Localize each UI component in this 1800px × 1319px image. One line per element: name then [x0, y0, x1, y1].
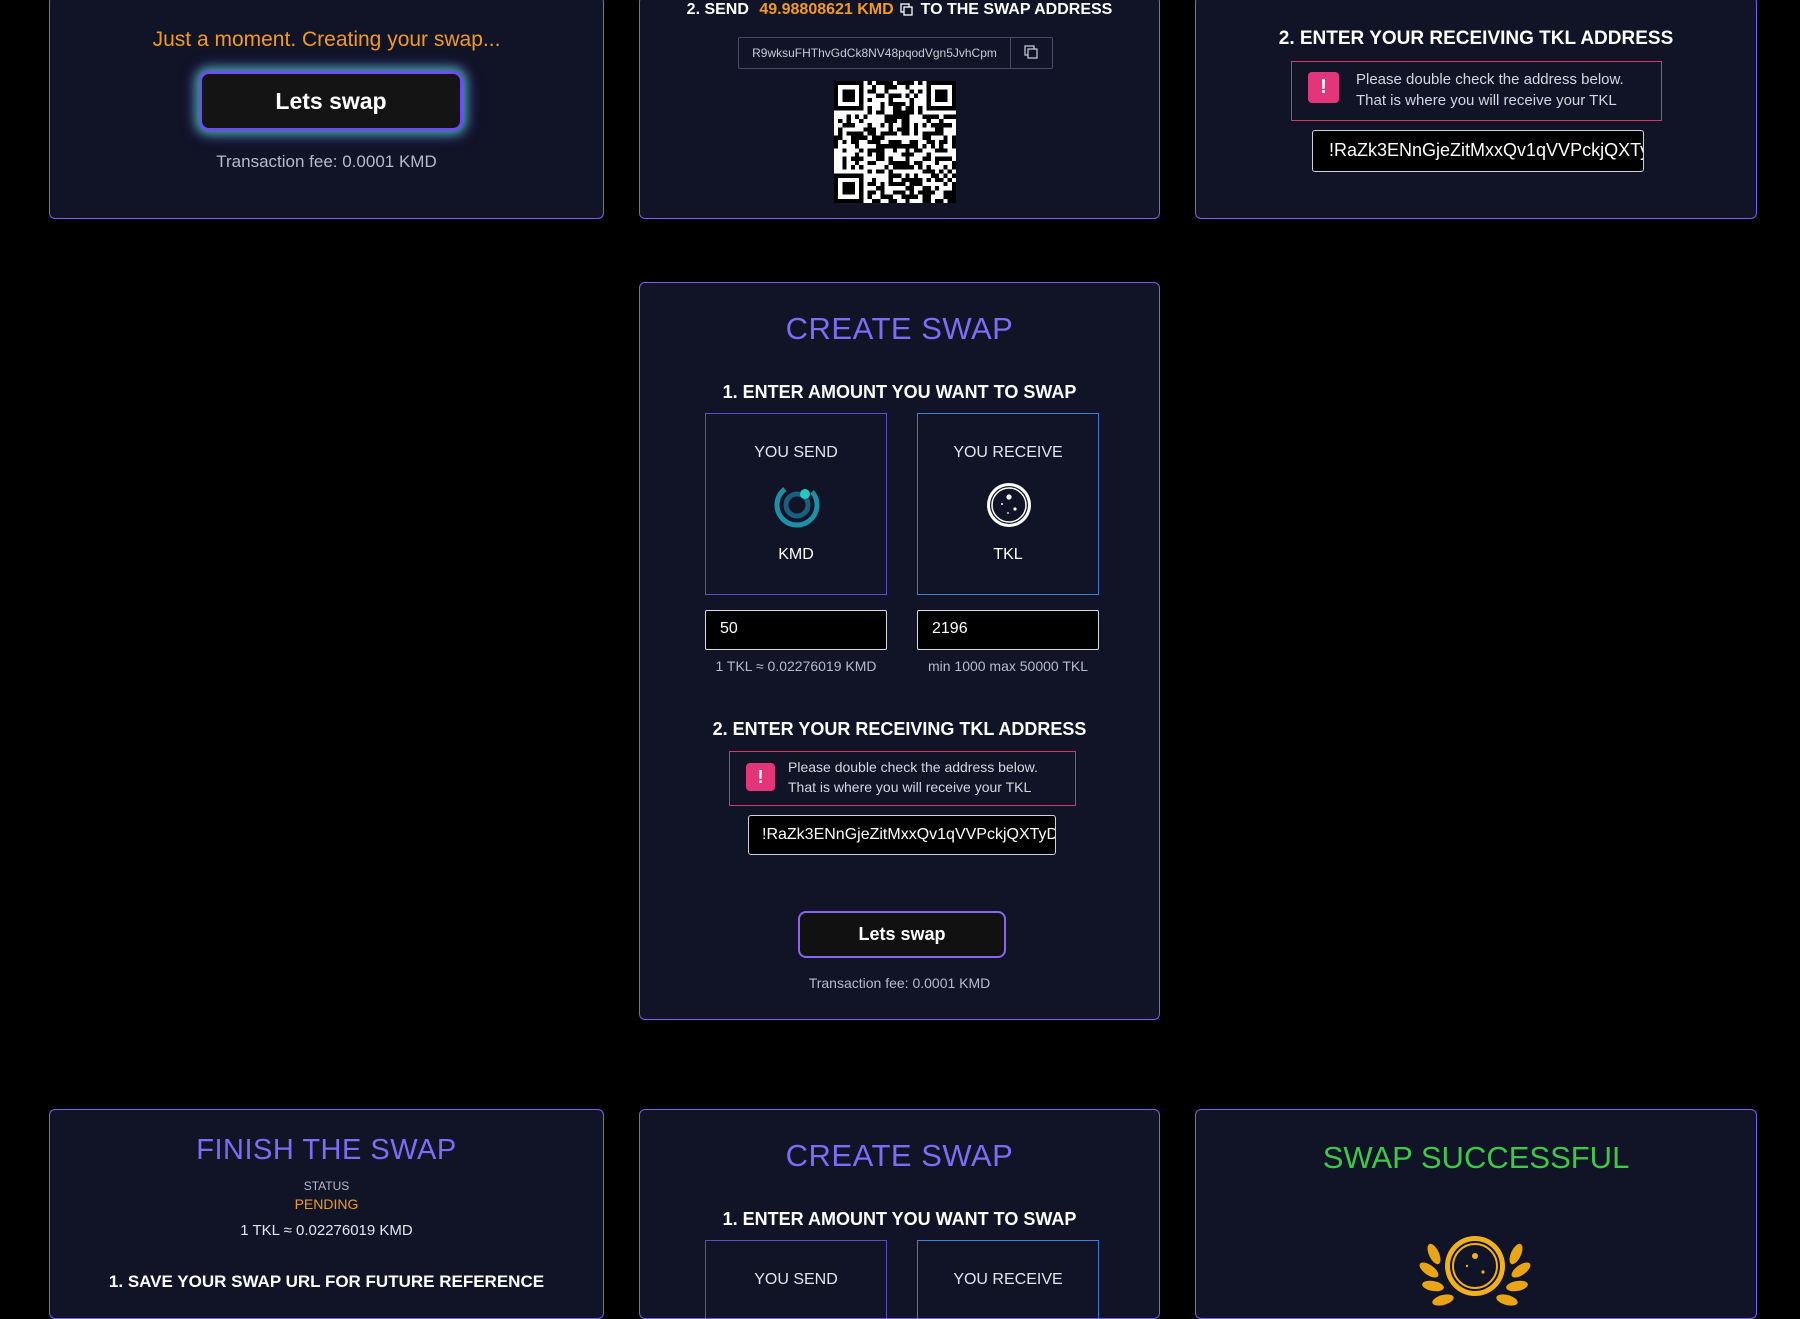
send-coin-name: KMD: [778, 546, 814, 563]
you-send-box[interactable]: YOU SEND KMD: [705, 413, 887, 595]
exchange-rate: 1 TKL ≈ 0.02276019 KMD: [715, 658, 877, 674]
send-amount: 49.98808621 KMD: [759, 1, 894, 18]
warning-icon: !: [1308, 72, 1339, 103]
status-label: STATUS: [303, 1179, 350, 1193]
laurel-trophy-icon: [1417, 1214, 1533, 1314]
you-receive-box[interactable]: YOU RECEIVE: [917, 1240, 1099, 1318]
swap-address-box: R9wksuFHThvGdCk8NV48pqodVgn5JvhCpm: [738, 37, 1053, 69]
transaction-fee: Transaction fee: 0.0001 KMD: [216, 152, 437, 171]
qr-code: [834, 81, 956, 203]
creating-status-text: Just a moment. Creating your swap...: [152, 28, 501, 51]
receiving-address-heading: 2. ENTER YOUR RECEIVING TKL ADDRESS: [1278, 28, 1674, 49]
swap-successful-panel: SWAP SUCCESSFUL: [1195, 1109, 1757, 1319]
step1-heading: 1. ENTER AMOUNT YOU WANT TO SWAP: [722, 382, 1077, 402]
warning-line1: Please double check the address below.: [1356, 71, 1624, 88]
amount-limits: min 1000 max 50000 TKL: [927, 658, 1089, 674]
finish-swap-panel: FINISH THE SWAP STATUS PENDING 1 TKL ≈ 0…: [49, 1109, 604, 1319]
tkl-logo-icon: [984, 480, 1034, 530]
receiving-address-input[interactable]: !RaZk3ENnGjeZitMxxQv1qVVPckjQXTyDY: [1312, 130, 1644, 172]
receive-coin-name: TKL: [993, 546, 1023, 563]
copy-icon: [1024, 45, 1038, 59]
you-receive-box[interactable]: YOU RECEIVE TKL: [917, 413, 1099, 595]
create-swap-title: CREATE SWAP: [785, 311, 1014, 346]
send-suffix: TO THE SWAP ADDRESS: [920, 1, 1113, 18]
address-warning: ! Please double check the address below.…: [729, 751, 1076, 806]
save-url-heading: 1. SAVE YOUR SWAP URL FOR FUTURE REFEREN…: [108, 1272, 545, 1291]
kmd-logo-icon: [772, 480, 822, 530]
you-send-label: YOU SEND: [754, 1271, 838, 1288]
address-warning: ! Please double check the address below.…: [1291, 61, 1662, 121]
transaction-fee: Transaction fee: 0.0001 KMD: [808, 975, 991, 991]
receiving-address-panel: 2. ENTER YOUR RECEIVING TKL ADDRESS ! Pl…: [1195, 0, 1757, 219]
send-amount-input[interactable]: 50: [705, 610, 887, 650]
create-swap-panel: CREATE SWAP 1. ENTER AMOUNT YOU WANT TO …: [639, 282, 1160, 1020]
creating-swap-panel: Just a moment. Creating your swap... Let…: [49, 0, 604, 219]
step2-heading: 2. ENTER YOUR RECEIVING TKL ADDRESS: [712, 719, 1087, 739]
receiving-address-input[interactable]: !RaZk3ENnGjeZitMxxQv1qVVPckjQXTyDY: [748, 815, 1056, 855]
lets-swap-button[interactable]: Lets swap: [798, 911, 1006, 958]
copy-address-button[interactable]: [1011, 38, 1052, 68]
copy-amount-icon[interactable]: [900, 3, 913, 16]
lets-swap-button-label: Lets swap: [275, 88, 387, 114]
create-swap-panel-bottom: CREATE SWAP 1. ENTER AMOUNT YOU WANT TO …: [639, 1109, 1160, 1319]
receive-amount-input[interactable]: 2196: [917, 610, 1099, 650]
warning-icon: !: [746, 763, 775, 791]
exchange-rate: 1 TKL ≈ 0.02276019 KMD: [240, 1222, 413, 1239]
send-to-address-panel: 2. SEND 49.98808621 KMD TO THE SWAP ADDR…: [639, 0, 1160, 219]
step1-heading: 1. ENTER AMOUNT YOU WANT TO SWAP: [722, 1209, 1077, 1229]
you-receive-label: YOU RECEIVE: [953, 444, 1063, 461]
warning-line1: Please double check the address below.: [788, 759, 1038, 775]
send-instruction: 2. SEND 49.98808621 KMD TO THE SWAP ADDR…: [640, 1, 1159, 19]
status-value: PENDING: [294, 1196, 359, 1212]
swap-address-text[interactable]: R9wksuFHThvGdCk8NV48pqodVgn5JvhCpm: [739, 38, 1011, 68]
warning-line2: That is where you will receive your TKL: [1356, 92, 1617, 109]
you-receive-label: YOU RECEIVE: [953, 1271, 1063, 1288]
create-swap-title: CREATE SWAP: [785, 1138, 1014, 1173]
swap-successful-title: SWAP SUCCESSFUL: [1322, 1140, 1630, 1175]
send-prefix: 2. SEND: [686, 1, 749, 18]
lets-swap-button-glow[interactable]: Lets swap: [199, 71, 463, 131]
warning-line2: That is where you will receive your TKL: [788, 779, 1032, 795]
you-send-box[interactable]: YOU SEND: [705, 1240, 887, 1318]
you-send-label: YOU SEND: [754, 444, 838, 461]
finish-swap-title: FINISH THE SWAP: [196, 1134, 457, 1166]
